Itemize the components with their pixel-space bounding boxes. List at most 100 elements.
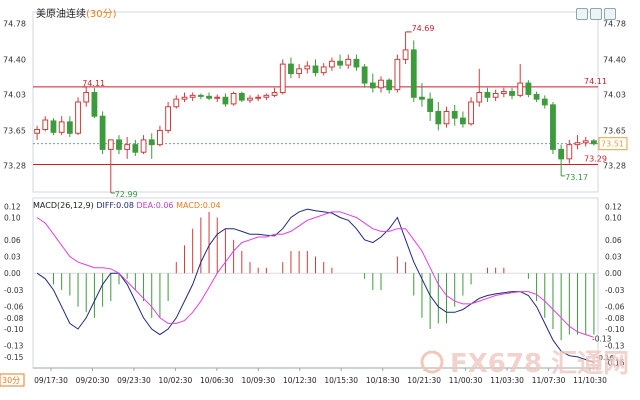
macd-legend-macd: MACD:0.04 xyxy=(176,201,221,210)
candle-body xyxy=(189,94,196,98)
candle-body xyxy=(574,142,581,146)
candle-body xyxy=(459,117,466,125)
macd-y-tick-left: -0.13 xyxy=(4,342,24,351)
candle-body xyxy=(222,96,229,105)
chart-canvas: 美原油连续(30分)73.28 73.2873.65 73.6574.03 74.03… xyxy=(0,7,629,387)
candle-body xyxy=(91,92,98,117)
macd-y-tick-left: 0.00 xyxy=(4,269,21,278)
candle-body xyxy=(468,101,474,125)
x-tick-label: 09/20:30 xyxy=(76,376,110,385)
candle-body xyxy=(197,94,204,97)
candle-body xyxy=(378,79,384,89)
candle-body xyxy=(402,49,409,60)
candle-body xyxy=(353,58,360,68)
candle-body xyxy=(206,95,212,99)
candle-body xyxy=(517,82,524,96)
macd-y-tick-left: 0.10 xyxy=(4,214,21,223)
macd-y-tick-right: -0.03 xyxy=(605,286,625,295)
candle-body xyxy=(157,129,163,146)
timeframe-badge-label: 30分 xyxy=(2,376,20,385)
price-y-tick-right: 74.03 xyxy=(603,90,626,99)
candle-body xyxy=(140,139,147,153)
candle-body xyxy=(288,63,294,75)
macd-y-tick-right: -0.06 xyxy=(605,303,625,312)
price-y-tick-left: 74.78 xyxy=(3,19,26,28)
candle-body xyxy=(165,106,172,131)
x-tick-label: 09/17:30 xyxy=(34,376,68,385)
macd-legend-dea: DEA:0.06 xyxy=(136,201,176,210)
candle-body xyxy=(345,58,352,66)
candle-body xyxy=(304,65,311,70)
candle-body xyxy=(124,144,131,150)
price-level-label: 73.29 xyxy=(584,155,607,164)
x-tick-label: 10/12:30 xyxy=(283,376,317,385)
macd-y-tick-right: 0.12 xyxy=(605,202,622,211)
candle-body xyxy=(443,110,450,125)
candle-body xyxy=(525,82,532,95)
candle-body xyxy=(66,121,73,134)
close-icon[interactable] xyxy=(604,8,616,20)
price-y-tick-left: 74.40 xyxy=(3,55,26,64)
candle-body xyxy=(173,98,180,108)
candle-body xyxy=(34,128,40,134)
candle-body xyxy=(369,82,376,89)
candle-body xyxy=(279,63,286,94)
candle-body xyxy=(230,92,237,105)
price-extreme-label: 74.69 xyxy=(412,24,435,33)
macd-y-tick-right: -0.08 xyxy=(605,314,625,323)
candle-body xyxy=(328,60,335,68)
candle-body xyxy=(214,96,221,99)
candle-body xyxy=(263,94,270,98)
price-y-tick-left: 74.03 xyxy=(3,90,26,99)
candle-body xyxy=(435,110,442,125)
x-tick-label: 10/06:30 xyxy=(200,376,234,385)
candle-body xyxy=(419,96,425,100)
macd-legend: MACD(26,12,9) DIFF:0.08 DEA:0.06 MACD:0.… xyxy=(33,201,221,210)
macd-line-dea xyxy=(36,211,595,338)
macd-y-tick-right: -0.10 xyxy=(605,325,625,334)
macd-y-tick-right: 0.06 xyxy=(605,236,622,245)
candle-body xyxy=(99,115,106,150)
macd-annotation: -0.13 xyxy=(592,335,612,344)
candle-body xyxy=(451,110,458,119)
candle-body xyxy=(410,49,417,98)
candle-body xyxy=(312,65,319,74)
settings-icon[interactable] xyxy=(576,8,588,20)
candle-body xyxy=(132,144,139,153)
macd-line-diff xyxy=(36,208,595,363)
candle-body xyxy=(558,148,565,160)
candle-body xyxy=(148,139,155,146)
x-tick-label: 10/21:30 xyxy=(407,376,441,385)
candle-body xyxy=(247,97,253,101)
watermark-text: FX678 汇通网 xyxy=(450,349,629,379)
macd-y-tick-right: 0.00 xyxy=(605,269,622,278)
x-tick-label: 10/15:30 xyxy=(324,376,358,385)
macd-legend-diff: DIFF:0.08 xyxy=(96,201,136,210)
price-extreme-label: 73.17 xyxy=(565,173,588,182)
candle-body xyxy=(566,144,573,160)
candle-body xyxy=(582,140,589,144)
candle-body xyxy=(484,92,491,98)
candle-body xyxy=(107,139,114,150)
macd-legend-title: MACD(26,12,9) xyxy=(33,201,96,210)
macd-y-tick-right: 0.10 xyxy=(605,214,622,223)
candle-body xyxy=(320,66,327,74)
candle-body xyxy=(476,92,483,103)
macd-y-tick-left: -0.03 xyxy=(4,286,24,295)
candle-body xyxy=(75,101,81,134)
macd-y-tick-left: 0.12 xyxy=(4,202,21,211)
candle-body xyxy=(181,96,188,100)
candle-body xyxy=(296,68,303,75)
candle-body xyxy=(238,92,245,101)
candle-body xyxy=(492,92,499,98)
price-level-label: 74.11 xyxy=(584,77,607,86)
price-extreme-label: 72.99 xyxy=(115,190,138,199)
zoom-icon[interactable] xyxy=(590,8,602,20)
candle-body xyxy=(500,91,507,94)
candle-body xyxy=(541,98,548,106)
macd-y-tick-left: -0.08 xyxy=(4,314,24,323)
candle-body xyxy=(386,79,393,91)
price-last-label: 73.51 xyxy=(601,140,624,149)
candle-body xyxy=(42,119,49,130)
macd-panel-frame xyxy=(32,197,599,369)
